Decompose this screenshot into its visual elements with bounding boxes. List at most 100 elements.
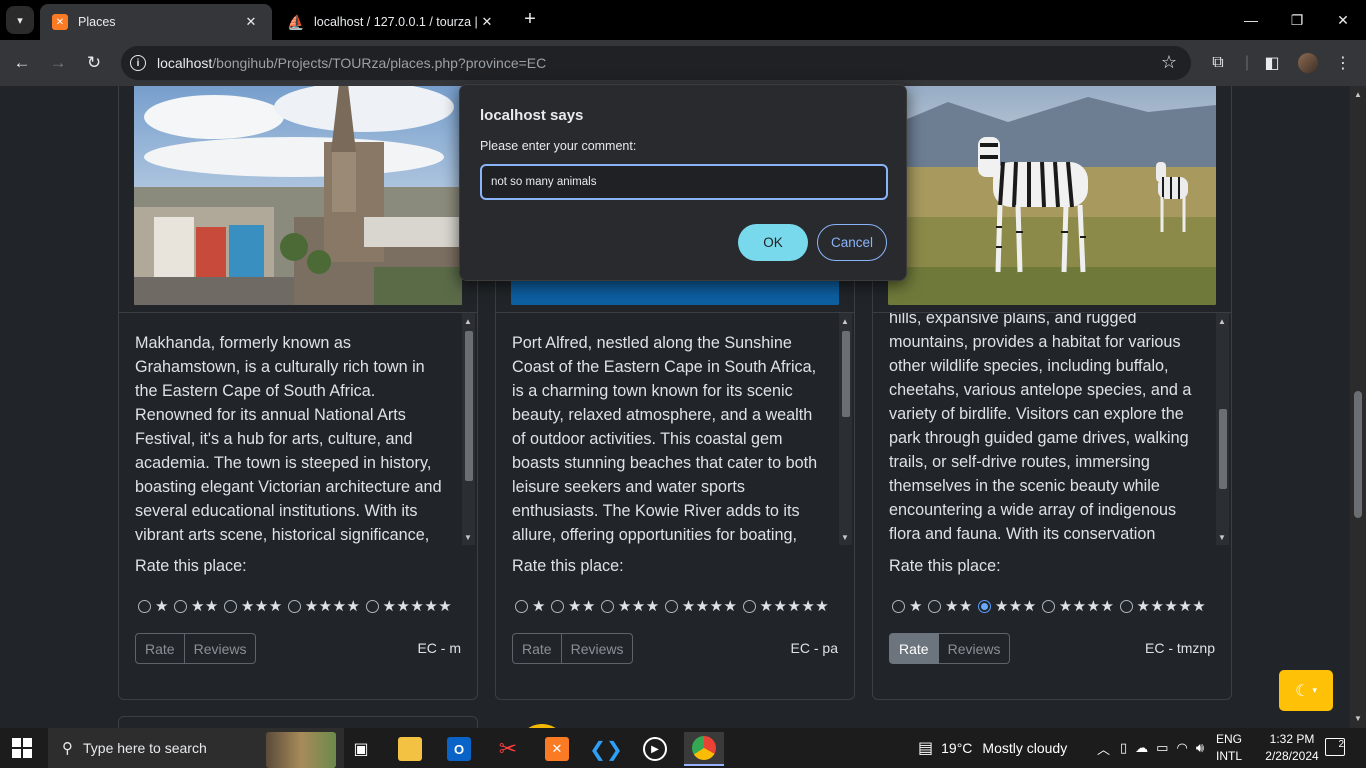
reload-button[interactable]: ↻ bbox=[80, 49, 108, 77]
rating-radio-4[interactable] bbox=[664, 599, 678, 613]
rating-radio-1[interactable] bbox=[515, 599, 528, 613]
clock-date: 2/28/2024 bbox=[1265, 749, 1319, 763]
menu-kebab-icon[interactable]: ⋮ bbox=[1331, 51, 1355, 75]
ok-button[interactable]: OK bbox=[738, 224, 808, 261]
description-scrollbar[interactable]: ▲ ▼ bbox=[839, 313, 852, 545]
scroll-down-icon[interactable]: ▼ bbox=[841, 533, 849, 542]
battery-icon[interactable]: ▭ bbox=[1156, 740, 1168, 756]
scroll-up-icon[interactable]: ▲ bbox=[1218, 317, 1226, 326]
scrollbar-thumb[interactable] bbox=[842, 331, 850, 417]
rating-radio-2[interactable] bbox=[173, 599, 187, 613]
rating-radio-2[interactable] bbox=[927, 599, 941, 613]
rating-radio-3[interactable] bbox=[977, 599, 991, 613]
tab-strip: ▾ ✕ Places ✕ ⛵ localhost / 127.0.0.1 / t… bbox=[0, 0, 1366, 40]
card-actions: Rate Reviews bbox=[135, 633, 257, 664]
back-button[interactable]: ← bbox=[8, 49, 36, 77]
place-description-scroll[interactable]: Makhanda, formerly known as Grahamstown,… bbox=[119, 313, 477, 545]
cancel-button[interactable]: Cancel bbox=[817, 224, 887, 261]
wifi-icon[interactable]: ◠ bbox=[1176, 740, 1187, 756]
bookmark-star-icon[interactable]: ☆ bbox=[1161, 52, 1177, 73]
address-bar[interactable]: i localhost/bongihub/Projects/TOURza/pla… bbox=[121, 46, 1191, 80]
rate-button[interactable]: Rate bbox=[135, 633, 185, 664]
device-icon[interactable]: ▯ bbox=[1120, 740, 1127, 756]
chevron-up-icon[interactable]: ︿ bbox=[1097, 739, 1110, 758]
task-view-icon[interactable]: ▣ bbox=[341, 732, 381, 766]
site-info-icon[interactable]: i bbox=[130, 55, 146, 71]
tab-search-button[interactable]: ▾ bbox=[6, 6, 34, 34]
place-description-scroll[interactable]: hills, expansive plains, and rugged moun… bbox=[873, 313, 1231, 545]
scrollbar-thumb[interactable] bbox=[465, 331, 473, 481]
window-close-button[interactable]: ✕ bbox=[1320, 0, 1366, 40]
scrollbar-thumb[interactable] bbox=[1219, 409, 1227, 489]
place-description-scroll[interactable]: Port Alfred, nestled along the Sunshine … bbox=[496, 313, 854, 545]
rating-radio-4[interactable] bbox=[1041, 599, 1055, 613]
description-scrollbar[interactable]: ▲ ▼ bbox=[462, 313, 475, 545]
outlook-icon[interactable]: O bbox=[439, 732, 479, 766]
comment-input[interactable]: not so many animals bbox=[480, 164, 888, 200]
description-scrollbar[interactable]: ▲ ▼ bbox=[1216, 313, 1229, 545]
xampp-taskbar-icon[interactable]: ✕ bbox=[537, 732, 577, 766]
windows-taskbar: ⚲ Type here to search ▣ O ✂ ✕ ❮❯ ▶ ▤ 19°… bbox=[0, 728, 1366, 768]
place-card-mountain-zebra: hills, expansive plains, and rugged moun… bbox=[872, 86, 1232, 700]
place-code: EC - tmznp bbox=[1144, 640, 1215, 656]
side-panel-icon[interactable]: ◧ bbox=[1260, 51, 1284, 75]
media-player-icon[interactable]: ▶ bbox=[635, 732, 675, 766]
place-image-mountain-zebra bbox=[888, 86, 1216, 305]
rating-stars-2: ★★ bbox=[944, 598, 973, 615]
rating-stars-4: ★★★★ bbox=[304, 598, 361, 615]
rate-button[interactable]: Rate bbox=[512, 633, 562, 664]
taskbar-search[interactable]: ⚲ Type here to search bbox=[48, 728, 344, 768]
tab-title: localhost / 127.0.0.1 / tourza | p bbox=[314, 15, 478, 29]
rating-radio-2[interactable] bbox=[550, 599, 564, 613]
card-actions: Rate Reviews bbox=[889, 633, 1011, 664]
tab-places[interactable]: ✕ Places ✕ bbox=[40, 4, 272, 40]
rating-radio-4[interactable] bbox=[287, 599, 301, 613]
rate-label: Rate this place: bbox=[889, 557, 1001, 575]
page-scrollbar[interactable]: ▲ ▼ bbox=[1350, 86, 1366, 728]
rating-radio-1[interactable] bbox=[892, 599, 905, 613]
windows-start-icon[interactable] bbox=[12, 738, 32, 758]
language-indicator[interactable]: ENG INTL bbox=[1216, 731, 1242, 765]
extensions-icon[interactable]: ⧉ bbox=[1206, 51, 1230, 75]
minimize-button[interactable]: — bbox=[1228, 0, 1274, 40]
notification-icon[interactable]: 2 bbox=[1325, 738, 1345, 756]
rating-radio-3[interactable] bbox=[600, 599, 614, 613]
reviews-button[interactable]: Reviews bbox=[561, 633, 634, 664]
vscode-icon[interactable]: ❮❯ bbox=[586, 732, 626, 766]
rating-radio-5[interactable] bbox=[742, 599, 756, 613]
restore-button[interactable]: ❐ bbox=[1274, 0, 1320, 40]
reviews-button[interactable]: Reviews bbox=[184, 633, 257, 664]
scroll-up-icon[interactable]: ▲ bbox=[1354, 90, 1362, 99]
snipping-tool-icon[interactable]: ✂ bbox=[488, 732, 528, 766]
tab-phpmyadmin[interactable]: ⛵ localhost / 127.0.0.1 / tourza | p ✕ bbox=[276, 4, 508, 40]
scrollbar-thumb[interactable] bbox=[1354, 391, 1362, 518]
chrome-icon[interactable] bbox=[684, 732, 724, 766]
file-explorer-icon[interactable] bbox=[390, 732, 430, 766]
rating-radio-1[interactable] bbox=[138, 599, 151, 613]
arrow-left-icon: ← bbox=[13, 53, 31, 72]
theme-toggle-button[interactable]: ☾ ▾ bbox=[1279, 670, 1333, 711]
arrow-right-icon: → bbox=[49, 53, 67, 72]
forward-button[interactable]: → bbox=[44, 49, 72, 77]
volume-icon[interactable]: 🔊︎ bbox=[1196, 740, 1204, 756]
rate-label: Rate this place: bbox=[512, 557, 624, 575]
weather-widget[interactable]: ▤ 19°C Mostly cloudy bbox=[918, 728, 1067, 768]
scroll-down-icon[interactable]: ▼ bbox=[1218, 533, 1226, 542]
scroll-down-icon[interactable]: ▼ bbox=[464, 533, 472, 542]
new-tab-button[interactable]: + bbox=[518, 8, 542, 32]
reviews-button[interactable]: Reviews bbox=[938, 633, 1011, 664]
scroll-up-icon[interactable]: ▲ bbox=[464, 317, 472, 326]
rating-radio-5[interactable] bbox=[1119, 599, 1133, 613]
close-icon[interactable]: ✕ bbox=[478, 14, 496, 30]
cloud-icon[interactable]: ☁ bbox=[1135, 740, 1148, 756]
taskbar-clock[interactable]: 1:32 PM 2/28/2024 bbox=[1262, 731, 1322, 765]
rating-radio-5[interactable] bbox=[365, 599, 379, 613]
close-icon[interactable]: ✕ bbox=[242, 14, 260, 30]
chevron-down-icon: ▾ bbox=[17, 14, 23, 27]
scroll-down-icon[interactable]: ▼ bbox=[1354, 714, 1362, 723]
scroll-up-icon[interactable]: ▲ bbox=[841, 317, 849, 326]
rating-radio-3[interactable] bbox=[223, 599, 237, 613]
profile-avatar[interactable] bbox=[1296, 51, 1320, 75]
url-text[interactable]: localhost/bongihub/Projects/TOURza/place… bbox=[157, 55, 546, 71]
rate-button[interactable]: Rate bbox=[889, 633, 939, 664]
